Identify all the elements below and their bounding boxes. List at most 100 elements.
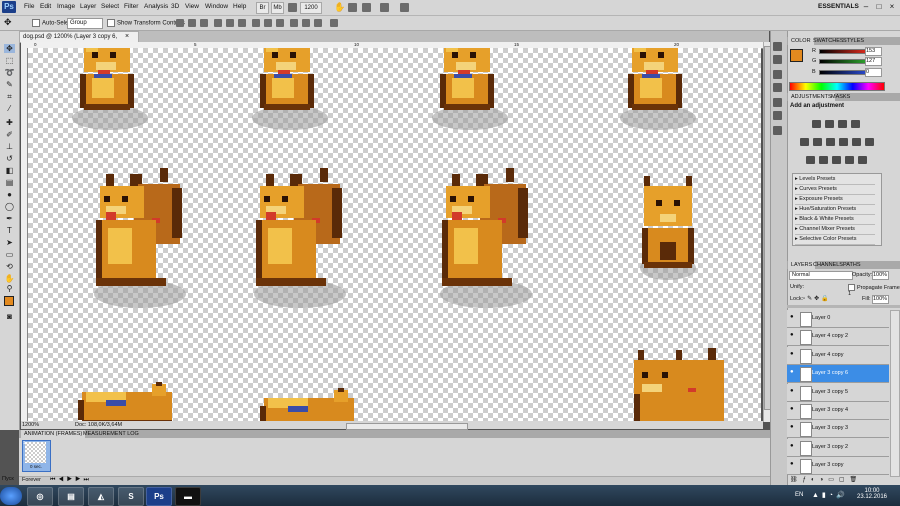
tab-paths[interactable]: PATHS bbox=[840, 261, 864, 269]
visibility-eye-icon[interactable]: ● bbox=[790, 369, 797, 375]
minimize-icon[interactable]: – bbox=[861, 2, 871, 12]
curves-icon[interactable] bbox=[838, 120, 847, 128]
lasso-tool[interactable]: ➰ bbox=[4, 68, 15, 77]
frame-delay[interactable]: 0 sec. bbox=[30, 464, 42, 469]
align-top-icon[interactable] bbox=[176, 19, 184, 27]
clone-stamp-tool[interactable]: ⊥ bbox=[4, 142, 15, 151]
menu-analysis[interactable]: Analysis bbox=[144, 3, 168, 10]
layer-row[interactable]: ● Layer 4 copy 2 bbox=[787, 328, 889, 347]
playback-buttons[interactable]: ⏮◀▶▶⏭ bbox=[50, 477, 92, 484]
black-white-icon[interactable] bbox=[839, 138, 848, 146]
menu-edit[interactable]: Edit bbox=[40, 3, 51, 10]
bridge-button[interactable]: Br bbox=[256, 2, 269, 14]
brightness-icon[interactable] bbox=[812, 120, 821, 128]
start-button[interactable] bbox=[0, 487, 22, 505]
explorer-icon[interactable]: ▤ bbox=[58, 487, 84, 506]
align-left-icon[interactable] bbox=[214, 19, 222, 27]
channel-r-slider[interactable] bbox=[819, 49, 866, 54]
notes-icon[interactable] bbox=[773, 126, 782, 135]
menu-image[interactable]: Image bbox=[57, 3, 75, 10]
visibility-eye-icon[interactable]: ● bbox=[790, 388, 797, 394]
close-icon[interactable]: × bbox=[887, 2, 897, 12]
tab-animation-frames[interactable]: ANIMATION (FRAMES) bbox=[21, 430, 86, 438]
menu-window[interactable]: Window bbox=[205, 3, 228, 10]
layer-row[interactable]: ● Layer 3 copy 2 bbox=[787, 438, 889, 457]
layer-row[interactable]: ● Layer 3 copy 5 bbox=[787, 383, 889, 402]
tab-styles[interactable]: STYLES bbox=[840, 37, 867, 45]
photoshop-icon[interactable]: Ps bbox=[146, 487, 172, 506]
tray-icons[interactable]: ▲▮◔🔊 bbox=[812, 491, 848, 499]
layer-row[interactable]: ● Layer 0 bbox=[787, 310, 889, 328]
color-balance-icon[interactable] bbox=[826, 138, 835, 146]
hue-saturation-icon[interactable] bbox=[813, 138, 822, 146]
distribute-top-icon[interactable] bbox=[252, 19, 260, 27]
hand-tool[interactable]: ✋ bbox=[4, 274, 15, 283]
photo-filter-icon[interactable] bbox=[852, 138, 861, 146]
screen-mode-icon[interactable] bbox=[400, 3, 409, 12]
opacity-input[interactable]: 100% bbox=[872, 271, 889, 280]
auto-select-dropdown[interactable]: Group bbox=[67, 18, 103, 29]
preset-item[interactable]: ▸ Exposure Presets bbox=[795, 195, 875, 205]
dodge-tool[interactable]: ◯ bbox=[4, 202, 15, 211]
foreground-color-swatch[interactable] bbox=[790, 49, 803, 62]
selective-color-icon[interactable] bbox=[858, 156, 867, 164]
preset-item[interactable]: ▸ Channel Mixer Presets bbox=[795, 225, 875, 235]
channel-g-value[interactable]: 127 bbox=[865, 57, 882, 66]
brush-tool[interactable]: ✐ bbox=[4, 130, 15, 139]
color-spectrum-bar[interactable] bbox=[789, 82, 885, 91]
lock-icons[interactable]: ▫✎✥🔒 bbox=[803, 295, 831, 302]
blend-mode-dropdown[interactable]: Normal bbox=[789, 271, 853, 280]
zoom-level[interactable]: 1200 bbox=[300, 2, 322, 14]
maximize-icon[interactable]: □ bbox=[874, 2, 884, 12]
eraser-tool[interactable]: ◧ bbox=[4, 166, 15, 175]
distribute-left-icon[interactable] bbox=[290, 19, 298, 27]
fill-input[interactable]: 100% bbox=[872, 295, 889, 304]
visibility-eye-icon[interactable]: ● bbox=[790, 461, 797, 467]
menu-help[interactable]: Help bbox=[233, 3, 246, 10]
align-right-icon[interactable] bbox=[238, 19, 246, 27]
invert-icon[interactable] bbox=[806, 156, 815, 164]
zoom-tool-icon[interactable] bbox=[362, 3, 371, 12]
shape-tool[interactable]: ▭ bbox=[4, 250, 15, 259]
menu-view[interactable]: View bbox=[185, 3, 199, 10]
status-zoom[interactable]: 1200% bbox=[22, 421, 39, 429]
extras-icon[interactable] bbox=[288, 3, 297, 12]
type-tool[interactable]: T bbox=[4, 226, 15, 235]
vibrance-icon[interactable] bbox=[800, 138, 809, 146]
visibility-eye-icon[interactable]: ● bbox=[790, 332, 797, 338]
threshold-icon[interactable] bbox=[832, 156, 841, 164]
preset-item[interactable]: ▸ Black & White Presets bbox=[795, 215, 875, 225]
visibility-eye-icon[interactable]: ● bbox=[790, 424, 797, 430]
app-icon[interactable]: ◭ bbox=[88, 487, 114, 506]
canvas-horizontal-scroll-thumb[interactable] bbox=[346, 423, 468, 430]
channel-g-slider[interactable] bbox=[819, 59, 866, 64]
visibility-eye-icon[interactable]: ● bbox=[790, 351, 797, 357]
preset-item[interactable]: ▸ Hue/Saturation Presets bbox=[795, 205, 875, 215]
auto-align-icon[interactable] bbox=[330, 19, 338, 27]
move-tool[interactable]: ✥ bbox=[4, 44, 15, 53]
show-transform-checkbox[interactable]: Show Transform Controls bbox=[107, 19, 185, 27]
channel-mixer-icon[interactable] bbox=[865, 138, 874, 146]
brushes-icon[interactable] bbox=[773, 70, 782, 79]
layers-footer-buttons[interactable]: ⛓ƒ◐◑▭▢🗑 bbox=[790, 476, 898, 485]
visibility-eye-icon[interactable]: ● bbox=[790, 443, 797, 449]
tab-measurement-log[interactable]: MEASUREMENT LOG bbox=[80, 430, 142, 438]
layer-row[interactable]: ● Layer 3 copy 6 bbox=[787, 365, 889, 384]
gradient-map-icon[interactable] bbox=[845, 156, 854, 164]
zoom-tool[interactable]: ⚲ bbox=[4, 284, 15, 293]
posterize-icon[interactable] bbox=[819, 156, 828, 164]
align-bottom-icon[interactable] bbox=[200, 19, 208, 27]
gradient-tool[interactable]: ▤ bbox=[4, 178, 15, 187]
channel-b-slider[interactable] bbox=[819, 70, 866, 75]
menu-select[interactable]: Select bbox=[101, 3, 119, 10]
crop-tool[interactable]: ⌗ bbox=[4, 92, 15, 101]
system-clock[interactable]: 10:00 23.12.2016 bbox=[850, 488, 894, 500]
eyedropper-tool[interactable]: ⁄ bbox=[4, 104, 15, 113]
tab-masks[interactable]: MASKS bbox=[828, 93, 853, 101]
levels-icon[interactable] bbox=[825, 120, 834, 128]
paragraph-icon[interactable] bbox=[773, 111, 782, 120]
preset-item[interactable]: ▸ Levels Presets bbox=[795, 175, 875, 185]
history-icon[interactable] bbox=[773, 42, 782, 51]
loop-dropdown[interactable]: Forever bbox=[22, 477, 41, 483]
pen-tool[interactable]: ✒ bbox=[4, 214, 15, 223]
